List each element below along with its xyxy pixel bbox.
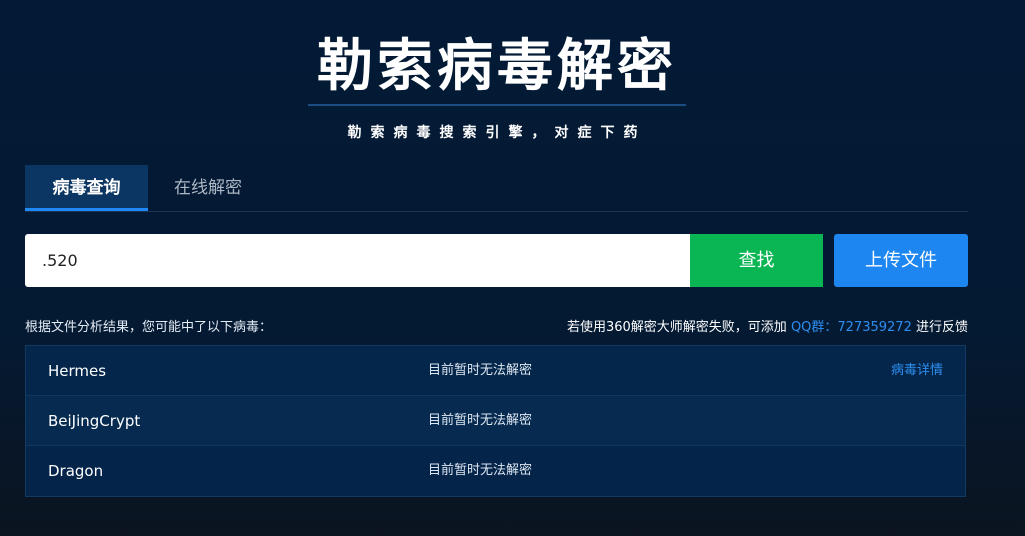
table-row: Dragon 目前暂时无法解密 — [26, 446, 965, 496]
feedback-note: 若使用360解密大师解密失败，可添加 QQ群：727359272 进行反馈 — [567, 316, 968, 335]
virus-name: Dragon — [48, 462, 104, 480]
virus-name: BeiJingCrypt — [48, 412, 141, 430]
page-subtitle: 勒索病毒搜索引擎，对症下药 — [347, 125, 647, 141]
qq-group-link[interactable]: QQ群：727359272 — [791, 320, 912, 335]
virus-name: Hermes — [48, 362, 107, 380]
tab-virus-query[interactable]: 病毒查询 — [25, 165, 148, 211]
find-button[interactable]: 查找 — [690, 234, 823, 287]
tab-bar: 病毒查询 在线解密 — [25, 165, 968, 212]
tab-online-decrypt[interactable]: 在线解密 — [173, 165, 243, 211]
results-table: Hermes 目前暂时无法解密 病毒详情 BeiJingCrypt 目前暂时无法… — [25, 345, 966, 497]
upload-file-button[interactable]: 上传文件 — [834, 234, 968, 287]
title-divider — [308, 104, 686, 106]
feedback-prefix: 若使用360解密大师解密失败，可添加 — [566, 320, 787, 335]
virus-details-link[interactable]: 病毒详情 — [891, 346, 943, 396]
feedback-suffix: 进行反馈 — [915, 320, 968, 335]
page-title: 勒索病毒解密 — [317, 34, 677, 99]
search-input[interactable] — [25, 234, 690, 287]
table-row: Hermes 目前暂时无法解密 病毒详情 — [26, 346, 965, 396]
decrypt-status: 目前暂时无法解密 — [428, 463, 533, 478]
decrypt-status: 目前暂时无法解密 — [428, 413, 533, 428]
table-row: BeiJingCrypt 目前暂时无法解密 — [26, 396, 965, 446]
decrypt-status: 目前暂时无法解密 — [428, 363, 533, 378]
result-note: 根据文件分析结果，您可能中了以下病毒： — [25, 320, 273, 335]
